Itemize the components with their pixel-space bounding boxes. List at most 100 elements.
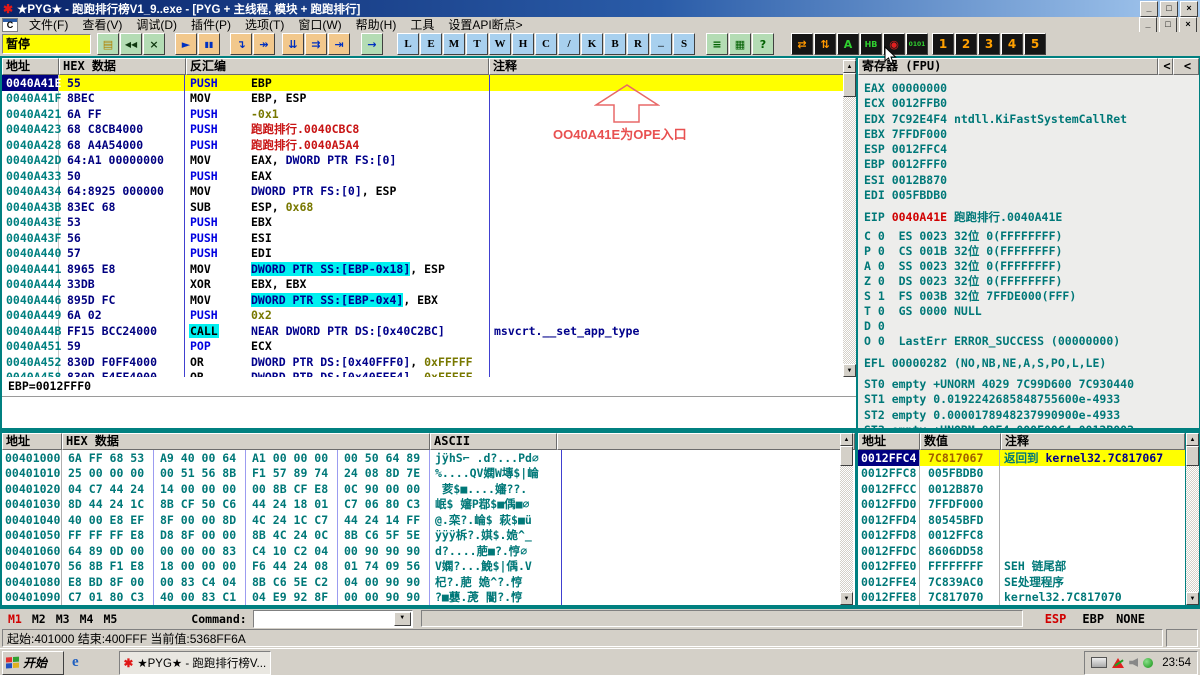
disasm-row[interactable]: 0040A42D 64:A1 00000000 MOV EAX, DWORD PTR … xyxy=(2,152,856,168)
stack-row[interactable]: 0012FFE0 FFFFFFFF SEH 链尾部 xyxy=(858,558,1185,574)
flag-d[interactable]: D 0 xyxy=(864,319,885,333)
memory-mark-M5[interactable]: M5 xyxy=(103,612,117,626)
disasm-row[interactable]: 0040A43E 53 PUSH EBX xyxy=(2,214,856,230)
stack-row[interactable]: 0012FFC4 7C817067 返回到 kernel32.7C817067 xyxy=(858,450,1185,466)
open-file-button[interactable]: ▤ xyxy=(97,33,119,55)
antivirus-icon[interactable] xyxy=(1143,657,1154,668)
stack-row[interactable]: 0012FFD8 0012FFC8 xyxy=(858,527,1185,543)
stack-row[interactable]: 0012FFD4 80545BFD xyxy=(858,512,1185,528)
register-ebx[interactable]: EBX 7FFDF000 xyxy=(864,127,947,141)
stack-row[interactable]: 0012FFE4 7C839AC0 SE处理程序 xyxy=(858,574,1185,590)
go-to-address-button[interactable]: → xyxy=(361,33,383,55)
dump-row[interactable]: 00401010 25 00 00 00 00 51 56 8B F1 57 89 7… xyxy=(2,465,855,481)
disasm-row[interactable]: 0040A43B 83EC 68 SUB ESP, 0x68 xyxy=(2,199,856,215)
execute-till-return-button[interactable]: ⇥ xyxy=(328,33,350,55)
register-esp[interactable]: ESP 0012FFC4 xyxy=(864,142,947,156)
volume-icon[interactable] xyxy=(1129,658,1139,667)
panel-executables-button[interactable]: E xyxy=(420,33,442,55)
memory-mark-M4[interactable]: M4 xyxy=(80,612,94,626)
scroll-up-icon[interactable]: ▲ xyxy=(1186,433,1199,446)
breakpoint-3-button[interactable]: 3 xyxy=(978,33,1000,55)
menu-item-7[interactable]: 工具 xyxy=(403,18,441,32)
menu-item-6[interactable]: 帮助(H) xyxy=(349,18,404,32)
disasm-row[interactable]: 0040A434 64:8925 000000 MOV DWORD PTR FS:[0… xyxy=(2,183,856,199)
run-button[interactable]: ► xyxy=(175,33,197,55)
memory-mark-M2[interactable]: M2 xyxy=(32,612,46,626)
register-ecx[interactable]: ECX 0012FFB0 xyxy=(864,96,947,110)
scroll-up-icon[interactable]: ▲ xyxy=(840,433,853,446)
disasm-row[interactable]: 0040A421 6A FF PUSH -0x1 xyxy=(2,106,856,122)
mdi-close-icon[interactable]: × xyxy=(1179,16,1197,33)
menu-item-5[interactable]: 窗口(W) xyxy=(291,18,348,32)
binary-button[interactable]: 0101 xyxy=(906,33,928,55)
disasm-row[interactable]: 0040A44B FF15 BCC24000 CALL NEAR DWORD PTR … xyxy=(2,323,856,339)
scroll-thumb[interactable] xyxy=(1186,446,1199,466)
register-st3[interactable]: ST3 empty +UNORM 00E4 000E00C4 0012B002 xyxy=(864,423,1134,428)
collapse-right-icon[interactable]: < xyxy=(1173,58,1199,75)
restore-icon[interactable]: □ xyxy=(1160,0,1178,17)
stack-row[interactable]: 0012FFC8 005FBDB0 xyxy=(858,465,1185,481)
menu-item-1[interactable]: 查看(V) xyxy=(75,18,129,32)
dump-row[interactable]: 00401070 56 8B F1 E8 18 00 00 00 F6 44 24 0… xyxy=(2,558,855,574)
dump-row[interactable]: 00401080 E8 BD 8F 00 00 83 C4 04 8B C6 5E C… xyxy=(2,574,855,590)
disasm-row[interactable]: 0040A452 830D F0FF4000 OR DWORD PTR DS:[0x4… xyxy=(2,354,856,370)
stack-row[interactable]: 0012FFCC 0012B870 xyxy=(858,481,1185,497)
dump-row[interactable]: 00401030 8D 44 24 1C 8B CF 50 C6 44 24 18 0… xyxy=(2,496,855,512)
breakpoint-4-button[interactable]: 4 xyxy=(1001,33,1023,55)
memory-mark-M1[interactable]: M1 xyxy=(8,612,22,626)
disasm-row[interactable]: 0040A428 68 A4A54000 PUSH 跑跑排行.0040A5A4 xyxy=(2,137,856,153)
log-options-button[interactable]: ≡ xyxy=(706,33,728,55)
register-st1[interactable]: ST1 empty 0.0192242685848755600e-4933 xyxy=(864,392,1120,406)
stack-row[interactable]: 0012FFE8 7C817070 kernel32.7C817070 xyxy=(858,589,1185,605)
trace-into-button[interactable]: ⇊ xyxy=(282,33,304,55)
disasm-row[interactable]: 0040A41F 8BEC MOV EBP, ESP xyxy=(2,90,856,106)
command-input[interactable]: ▼ xyxy=(252,609,413,628)
register-edi[interactable]: EDI 005FBDB0 xyxy=(864,188,947,202)
mdi-child-icon[interactable]: C xyxy=(2,17,18,32)
panel-runtrace-button[interactable]: ... xyxy=(650,33,672,55)
panel-memory-button[interactable]: M xyxy=(443,33,465,55)
panel-cpu-button[interactable]: C xyxy=(535,33,557,55)
close-icon[interactable]: × xyxy=(1180,0,1198,17)
register-st2[interactable]: ST2 empty 0.0000178948237990900e-4933 xyxy=(864,408,1120,422)
register-efl[interactable]: EFL 00000282 (NO,NB,NE,A,S,PO,L,LE) xyxy=(864,356,1106,370)
disasm-row[interactable]: 0040A444 33DB XOR EBX, EBX xyxy=(2,276,856,292)
scroll-down-icon[interactable]: ▼ xyxy=(1186,592,1199,605)
restart-button[interactable]: ◀◀ xyxy=(120,33,142,55)
step-into-button[interactable]: ↴ xyxy=(230,33,252,55)
register-ebp[interactable]: EBP 0012FFF0 xyxy=(864,157,947,171)
panel-breakpoints-button[interactable]: B xyxy=(604,33,626,55)
stack-row[interactable]: 0012FFD0 7FFDF000 xyxy=(858,496,1185,512)
panel-handles-button[interactable]: H xyxy=(512,33,534,55)
collapse-left-icon[interactable]: < xyxy=(1158,58,1173,75)
mdi-restore-icon[interactable]: □ xyxy=(1159,16,1177,33)
scroll-down-icon[interactable]: ▼ xyxy=(843,364,856,377)
register-eip[interactable]: EIP 0040A41E 跑跑排行.0040A41E xyxy=(864,209,1062,225)
dump-row[interactable]: 00401000 6A FF 68 53 A9 40 00 64 A1 00 00 0… xyxy=(2,450,855,466)
scroll-thumb[interactable] xyxy=(840,446,853,466)
scroll-down-icon[interactable]: ▼ xyxy=(840,592,853,605)
disasm-row[interactable]: 0040A433 50 PUSH EAX xyxy=(2,168,856,184)
disasm-row[interactable]: 0040A446 895D FC MOV DWORD PTR SS:[EBP-0x4]… xyxy=(2,292,856,308)
disasm-row[interactable]: 0040A441 8965 E8 MOV DWORD PTR SS:[EBP-0x18… xyxy=(2,261,856,277)
hardware-breakpoint-button[interactable]: HB xyxy=(860,33,882,55)
panel-patches-button[interactable]: / xyxy=(558,33,580,55)
mdi-minimize-icon[interactable]: _ xyxy=(1139,16,1157,33)
dump-scrollbar[interactable]: ▲ ▼ xyxy=(840,433,853,605)
menu-item-0[interactable]: 文件(F) xyxy=(22,18,75,32)
disasm-row[interactable]: 0040A449 6A 02 PUSH 0x2 xyxy=(2,307,856,323)
trace-over-button[interactable]: ⇉ xyxy=(305,33,327,55)
flag-o-lasterr[interactable]: O 0 LastErr ERROR_SUCCESS (00000000) xyxy=(864,334,1120,348)
register-eax[interactable]: EAX 00000000 xyxy=(864,81,947,95)
keyboard-layout-icon[interactable] xyxy=(1091,657,1108,668)
appearance-button[interactable]: ▦ xyxy=(729,33,751,55)
minimize-icon[interactable]: _ xyxy=(1140,0,1158,17)
flag-a-segment-ss[interactable]: A 0 SS 0023 32位 0(FFFFFFFF) xyxy=(864,258,1062,274)
panel-references-button[interactable]: R xyxy=(627,33,649,55)
stack-row[interactable]: 0012FFDC 8606DD58 xyxy=(858,543,1185,559)
pause-button[interactable]: ▮▮ xyxy=(198,33,220,55)
disasm-scrollbar[interactable]: ▲ ▼ xyxy=(843,60,856,377)
disasm-row[interactable]: 0040A458830D F4FF4000ORDWORD PTR DS:[0x4… xyxy=(2,369,856,377)
menu-item-2[interactable]: 调试(D) xyxy=(129,18,184,32)
dump-row[interactable]: 00401050 FF FF FF E8 D8 8F 00 00 8B 4C 24 0… xyxy=(2,527,855,543)
